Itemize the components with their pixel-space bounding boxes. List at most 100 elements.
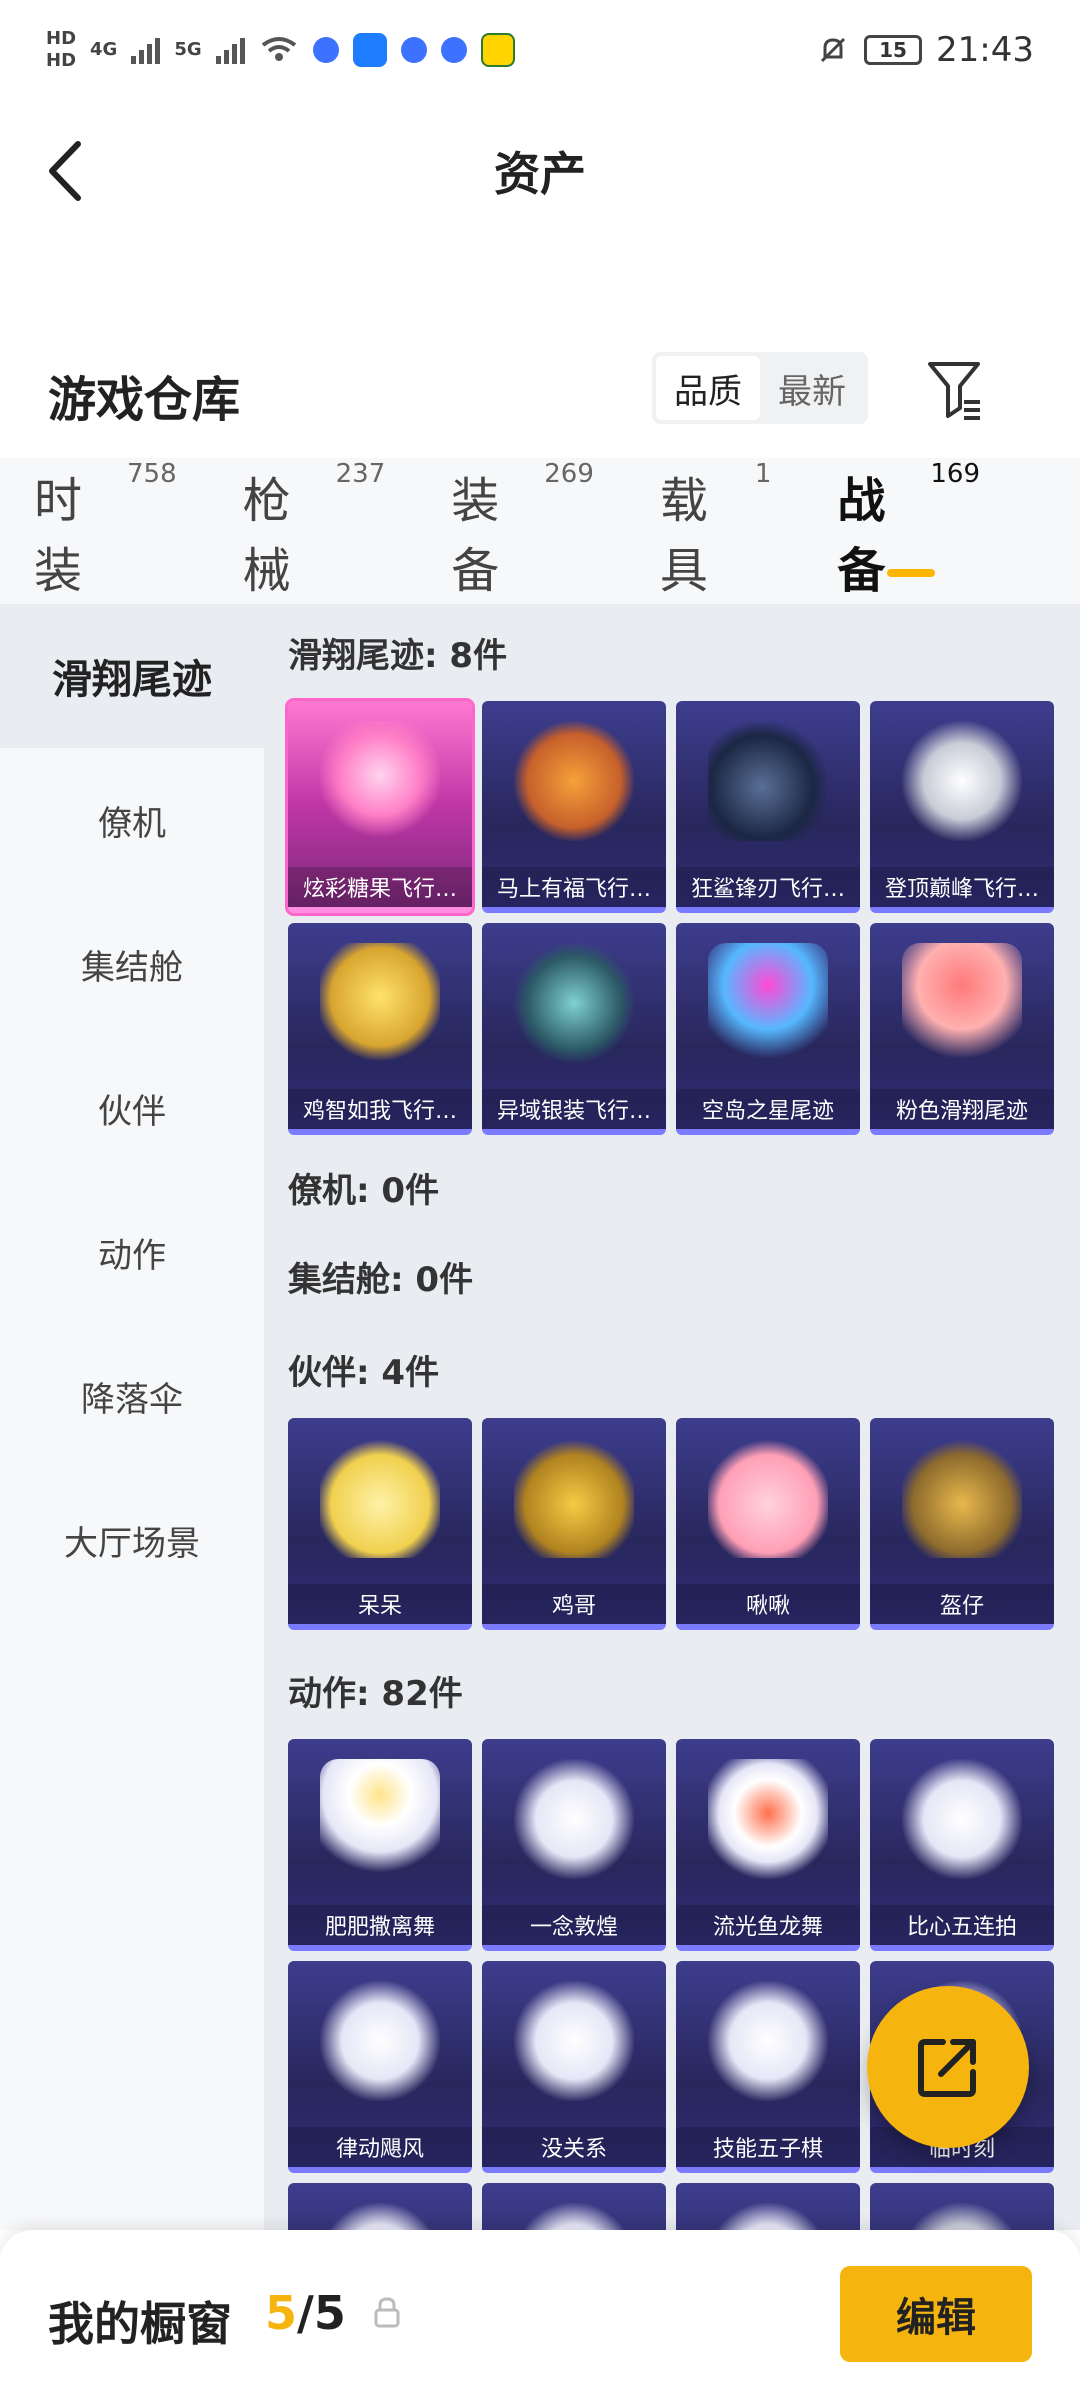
item-thumbnail: [708, 721, 828, 841]
item-label: 比心五连拍: [870, 1905, 1054, 1945]
title-bar: 资产: [0, 100, 1080, 240]
tab-fashion[interactable]: 时装 758: [34, 459, 177, 601]
item-label: 异域银装飞行…: [482, 1089, 666, 1129]
tab-label: 时装: [34, 473, 83, 599]
item-card[interactable]: 马上有福飞行…: [482, 701, 666, 913]
tab-vehicles[interactable]: 载具 1: [659, 459, 772, 601]
sort-latest-button[interactable]: 最新: [760, 356, 864, 420]
item-thumbnail: [902, 721, 1022, 841]
tab-label: 载具: [659, 473, 708, 599]
item-card[interactable]: 肥肥撒离舞: [288, 1739, 472, 1951]
share-button[interactable]: [867, 1986, 1029, 2148]
item-label: 没关系: [482, 2127, 666, 2167]
sidebar-item-companion[interactable]: 伙伴: [0, 1036, 264, 1180]
item-label: 肥肥撒离舞: [288, 1905, 472, 1945]
item-thumbnail: [514, 1759, 634, 1879]
app-icon: [480, 33, 515, 67]
tab-equipment[interactable]: 装备 269: [451, 459, 594, 601]
app-icon: [440, 37, 467, 63]
item-card[interactable]: 狂鲨锋刃飞行…: [676, 701, 860, 913]
item-card[interactable]: 登顶巅峰飞行…: [870, 701, 1054, 913]
app-icon: [312, 37, 339, 63]
showcase-bar: 我的橱窗 5/5 编辑: [0, 2230, 1080, 2400]
item-card[interactable]: 炫彩糖果飞行…: [285, 698, 475, 916]
item-thumbnail: [708, 943, 828, 1063]
item-thumbnail: [320, 1438, 440, 1558]
item-thumbnail: [514, 1981, 634, 2101]
tab-count: 269: [544, 459, 594, 489]
item-thumbnail: [902, 1759, 1022, 1879]
sidebar-item-wingman[interactable]: 僚机: [0, 748, 264, 892]
section-title: 集结舱: 0件: [288, 1260, 474, 1300]
item-card[interactable]: 没关系: [482, 1961, 666, 2173]
item-card[interactable]: 盔仔: [870, 1418, 1054, 1630]
filter-icon[interactable]: [924, 358, 984, 422]
section-title: 僚机: 0件: [288, 1171, 440, 1211]
item-card[interactable]: 技能五子棋: [676, 1961, 860, 2173]
app-icon: [400, 37, 427, 63]
item-card[interactable]: 一念敦煌: [482, 1739, 666, 1951]
item-label: 空岛之星尾迹: [676, 1089, 860, 1129]
signal-icon: [131, 36, 161, 64]
item-thumbnail: [902, 943, 1022, 1063]
item-label: 盔仔: [870, 1584, 1054, 1624]
item-thumbnail: [514, 943, 634, 1063]
showcase-count: 5/5: [265, 2286, 346, 2340]
sort-quality-button[interactable]: 品质: [656, 356, 760, 420]
item-thumbnail: [708, 1981, 828, 2101]
sort-toggle: 品质 最新: [652, 352, 868, 424]
tab-battle-gear[interactable]: 战备 169: [837, 459, 980, 601]
category-tabs: 时装 758 枪械 237 装备 269 载具 1 战备 169: [0, 458, 1080, 604]
item-thumbnail: [320, 1759, 440, 1879]
item-card[interactable]: 鸡智如我飞行…: [288, 923, 472, 1135]
sidebar-item-lobby-scene[interactable]: 大厅场景: [0, 1468, 264, 1612]
item-card[interactable]: [482, 2183, 666, 2230]
item-label: 粉色滑翔尾迹: [870, 1089, 1054, 1129]
item-thumbnail: [902, 1438, 1022, 1558]
status-bar: HD HD 4G 5G 15 21:43: [0, 0, 1080, 100]
companion-grid: 呆呆 鸡哥 啾啾 盔仔: [264, 1418, 1080, 1630]
item-card[interactable]: 流光鱼龙舞: [676, 1739, 860, 1951]
item-label: 马上有福飞行…: [482, 867, 666, 907]
glide-trail-grid: 炫彩糖果飞行… 马上有福飞行… 狂鲨锋刃飞行… 登顶巅峰飞行… 鸡智如我飞行… …: [264, 698, 1080, 1135]
item-card[interactable]: 呆呆: [288, 1418, 472, 1630]
item-label: 律动飓风: [288, 2127, 472, 2167]
clock: 21:43: [936, 30, 1034, 70]
item-card[interactable]: 比心五连拍: [870, 1739, 1054, 1951]
page-title: 资产: [494, 147, 586, 201]
tab-count: 237: [335, 459, 386, 489]
tab-label: 枪械: [242, 473, 291, 599]
wifi-icon: [261, 37, 296, 61]
item-thumbnail: [320, 2203, 440, 2230]
app-icon: [352, 33, 387, 67]
item-card[interactable]: 异域银装飞行…: [482, 923, 666, 1135]
item-card[interactable]: 鸡哥: [482, 1418, 666, 1630]
tab-count: 169: [930, 459, 980, 489]
item-card[interactable]: 啾啾: [676, 1418, 860, 1630]
item-card[interactable]: 律动飓风: [288, 1961, 472, 2173]
tab-guns[interactable]: 枪械 237: [242, 459, 386, 601]
item-card[interactable]: 粉色滑翔尾迹: [870, 923, 1054, 1135]
edit-button[interactable]: 编辑: [840, 2266, 1032, 2362]
item-card[interactable]: [870, 2183, 1054, 2230]
item-thumbnail: [320, 721, 440, 841]
sidebar-item-pod[interactable]: 集结舱: [0, 892, 264, 1036]
section-title: 动作: 82件: [288, 1674, 463, 1714]
bell-off-icon: [820, 37, 846, 63]
showcase-count-total: /5: [297, 2286, 346, 2340]
item-card[interactable]: [288, 2183, 472, 2230]
item-card[interactable]: [676, 2183, 860, 2230]
share-icon: [918, 2039, 976, 2097]
sidebar-item-emote[interactable]: 动作: [0, 1180, 264, 1324]
assets-screen: HD HD 4G 5G 15 21:43 资产 游戏仓库 品质 最新 时装 75…: [0, 0, 1080, 2400]
item-thumbnail: [514, 1438, 634, 1558]
item-card[interactable]: 空岛之星尾迹: [676, 923, 860, 1135]
item-label: 鸡智如我飞行…: [288, 1089, 472, 1129]
sidebar-item-parachute[interactable]: 降落伞: [0, 1324, 264, 1468]
sidebar-item-glide-trail[interactable]: 滑翔尾迹: [0, 604, 264, 748]
item-label: 啾啾: [676, 1584, 860, 1624]
item-label: 狂鲨锋刃飞行…: [676, 867, 860, 907]
status-left: HD HD 4G 5G: [46, 30, 515, 70]
item-thumbnail: [514, 2203, 634, 2230]
item-label: 呆呆: [288, 1584, 472, 1624]
